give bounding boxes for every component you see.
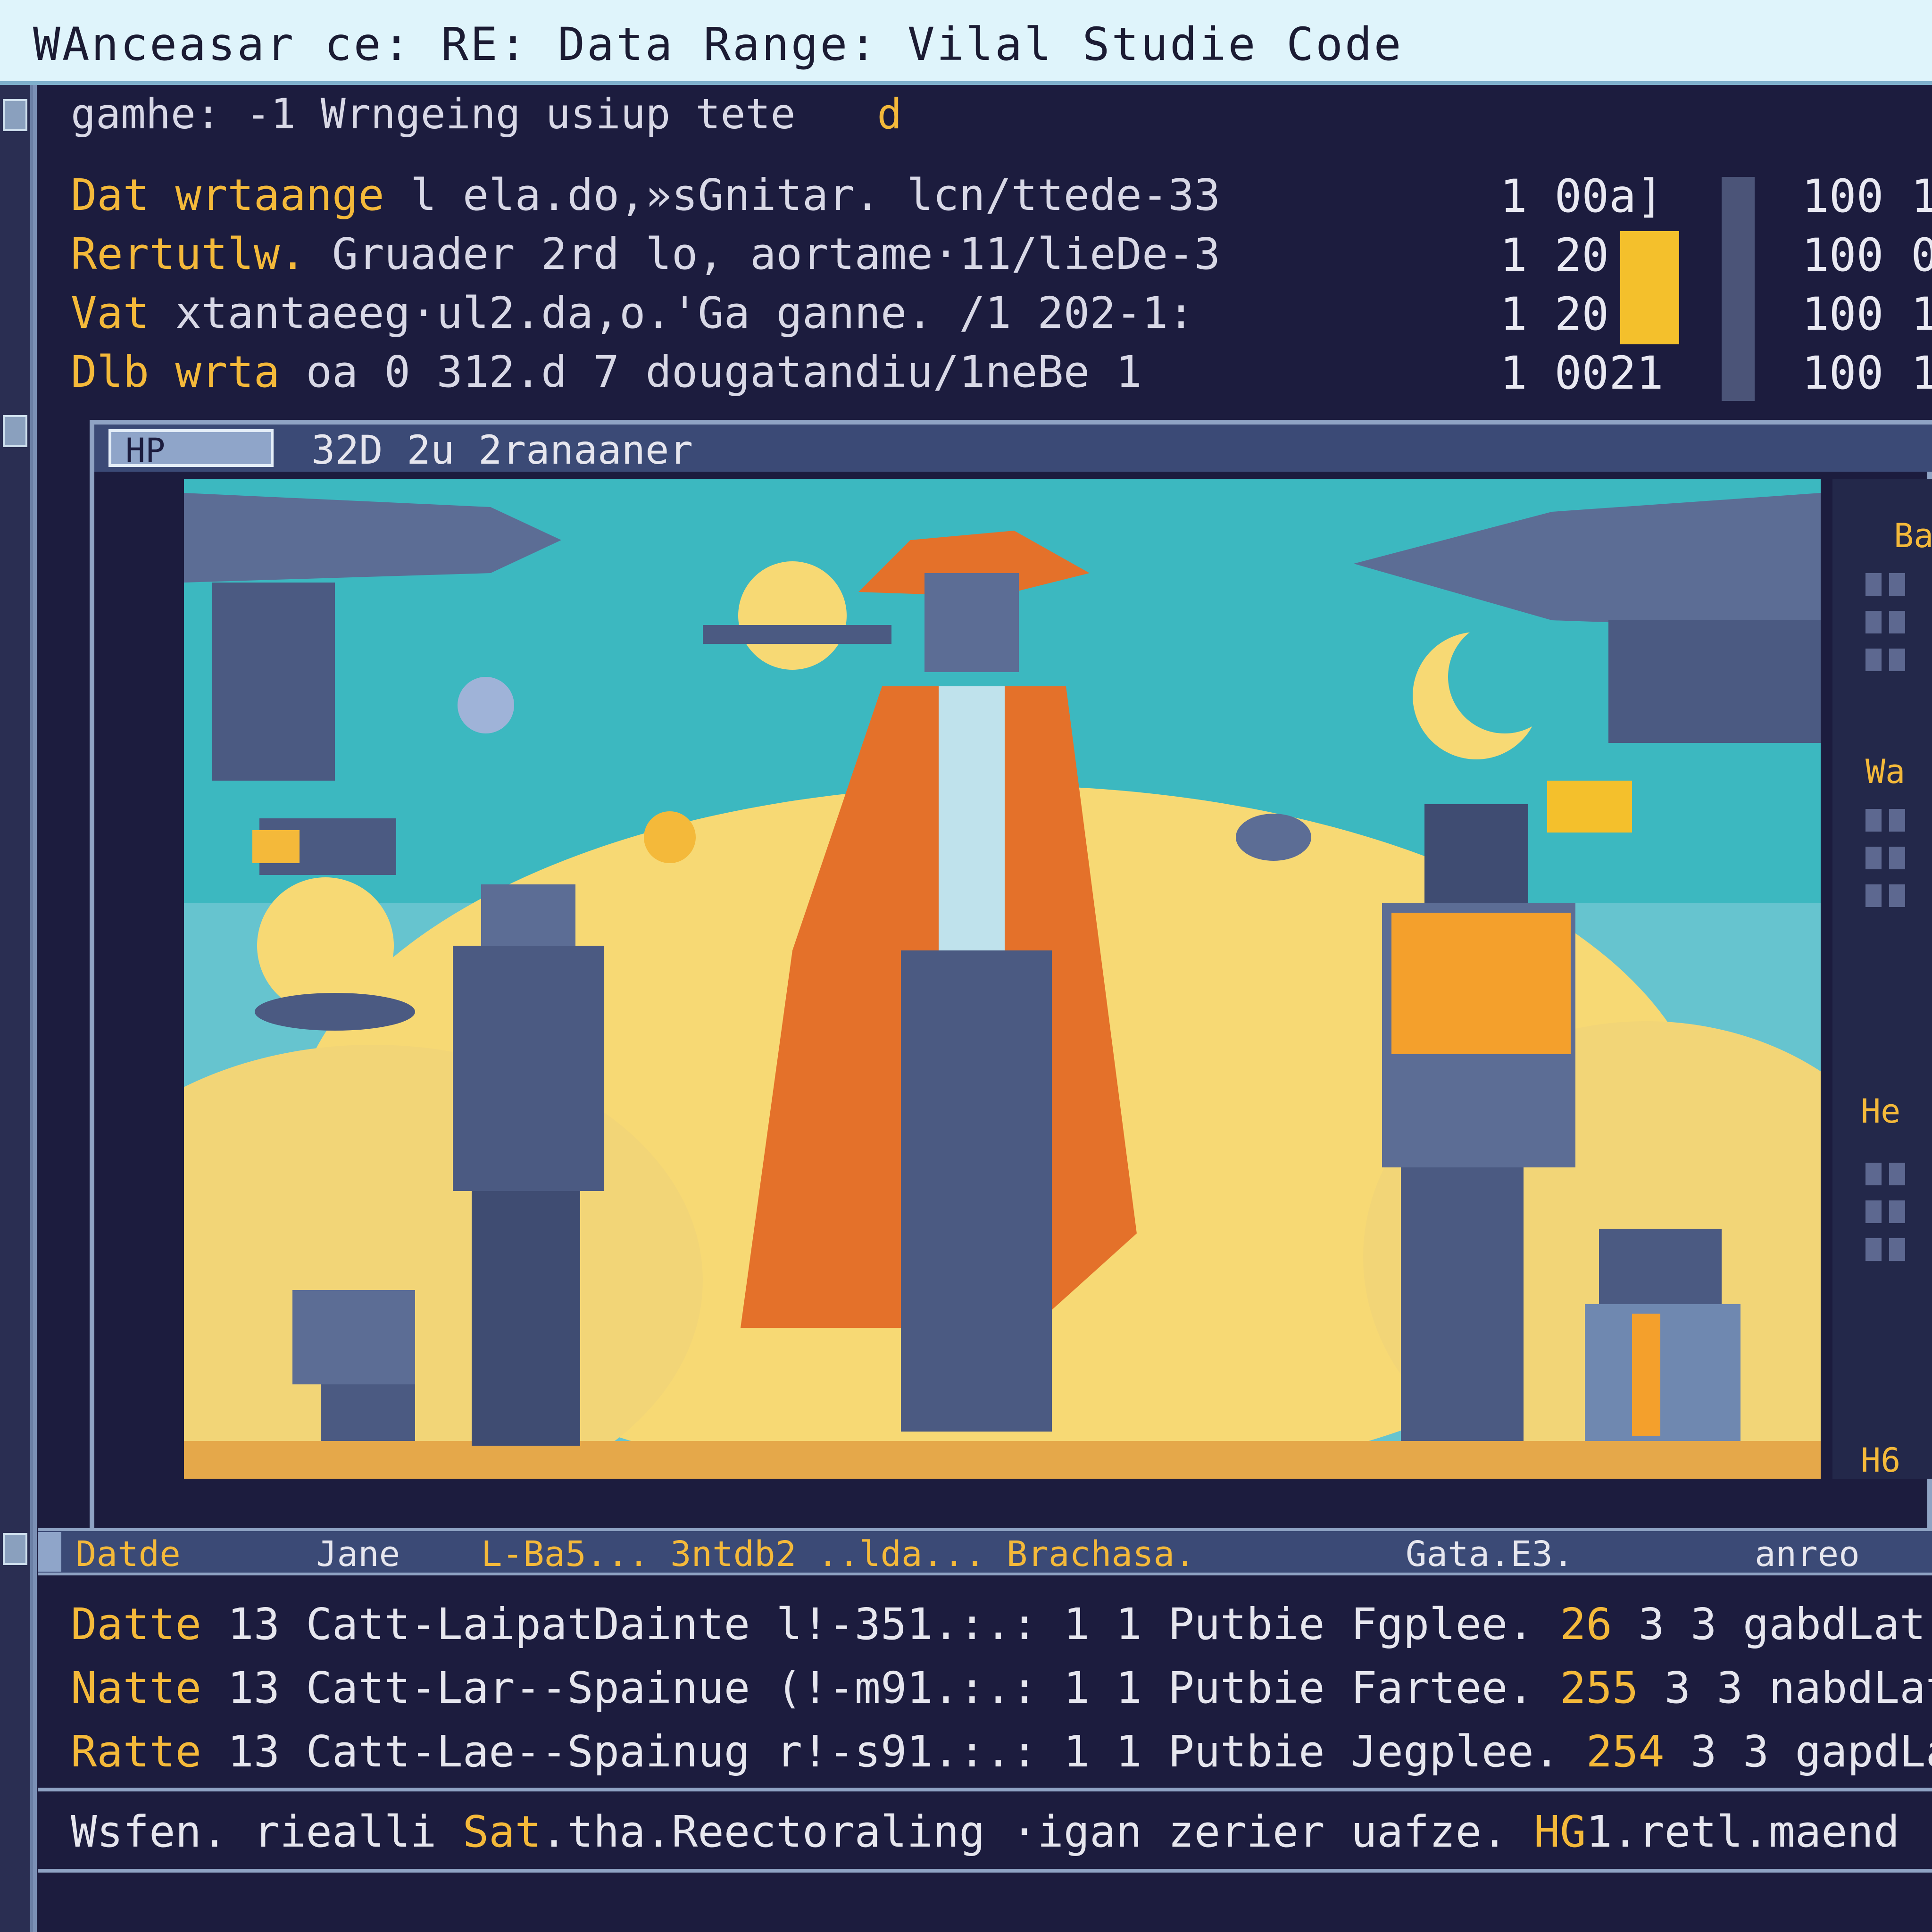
column-header[interactable]: Jane: [316, 1534, 400, 1574]
row-key: Datte: [71, 1599, 201, 1649]
row-right-value: 100 1: [1802, 170, 1932, 223]
side-cell: [1865, 884, 1882, 907]
side-cell: [1865, 1163, 1882, 1185]
pixel-art-scene: [184, 479, 1821, 1479]
side-label: Ba: [1894, 516, 1932, 555]
window-title: WAnceasar ce: RE: Data Range: Vilal Stud…: [33, 18, 1403, 71]
table-row[interactable]: Natte 13 Catt-Lar--Spainue (!-m91.:.: 1 …: [71, 1663, 1932, 1713]
row-text: 13 Catt-LaipatDainte l!-351.:.: 1 1 Putb…: [227, 1599, 1534, 1649]
top-row[interactable]: Dat wrtaange l ela.do,»sGnitar. lcn/tted…: [71, 170, 1220, 226]
subline-accent: d: [877, 90, 902, 138]
column-header[interactable]: Gata.E3.: [1406, 1534, 1574, 1574]
table-row[interactable]: Ratte 13 Catt-Lae--Spainug r!-s91.:.: 1 …: [71, 1726, 1932, 1777]
side-label: H6: [1861, 1441, 1901, 1479]
side-cell: [1889, 1238, 1905, 1261]
gutter-handle-mid[interactable]: [3, 415, 27, 447]
side-cell: [1865, 809, 1882, 832]
row-tail: 3 3 gapdLat: [1690, 1726, 1932, 1777]
column-header[interactable]: anreo: [1755, 1534, 1860, 1574]
column-handle[interactable]: [38, 1532, 61, 1572]
row-text: xtantaeeg·ul2.da,o.'Ga ganne. /1 202-1:: [175, 288, 1194, 338]
gutter-handle-bottom[interactable]: [3, 1533, 27, 1565]
right-side-column[interactable]: Ba Wa He H6: [1832, 479, 1932, 1479]
status-segment: 1.retl.maend: [1586, 1807, 1900, 1857]
status-segment-accent: HG: [1533, 1807, 1586, 1857]
top-row[interactable]: Vat xtantaeeg·ul2.da,o.'Ga ganne. /1 202…: [71, 288, 1194, 344]
status-segment: Wsfen. riealli: [71, 1807, 437, 1857]
highlight-marker: [1620, 231, 1679, 344]
side-cell: [1865, 1200, 1882, 1223]
row-text: 13 Catt-Lar--Spainue (!-m91.:.: 1 1 Putb…: [227, 1663, 1534, 1713]
row-right-value: 100 0: [1802, 229, 1932, 282]
row-right-value: 100 1: [1802, 288, 1932, 341]
scroll-track[interactable]: [1722, 177, 1755, 401]
row-key: Rertutlw.: [71, 229, 306, 279]
side-cell: [1889, 809, 1905, 832]
panel-title: 32D 2u 2ranaaner: [311, 427, 693, 473]
bottom-status-text: Wsfen. riealli Sat.tha.Reectoraling ·iga…: [71, 1807, 1899, 1857]
table-row[interactable]: Datte 13 Catt-LaipatDainte l!-351.:.: 1 …: [71, 1599, 1926, 1649]
row-text: Gruader 2rd lo, aortame·11/lieDe-3: [332, 229, 1221, 279]
row-text: oa 0 312.d 7 dougatandiu/1neBe 1: [306, 347, 1142, 397]
row-tail: 3 3 gabdLat: [1638, 1599, 1926, 1649]
editor-subline: gamhe: -1 Wrngeing usiup tete d: [71, 90, 902, 138]
gutter-handle-top[interactable]: [3, 99, 27, 131]
row-key: Dat wrtaange: [71, 170, 384, 220]
side-cell: [1889, 1163, 1905, 1185]
row-text: l ela.do,»sGnitar. lcn/ttede-33: [410, 170, 1221, 220]
row-count: 1 20: [1500, 288, 1609, 341]
side-cell: [1865, 611, 1882, 633]
row-count: 1 20: [1500, 229, 1609, 282]
status-segment-accent: Sat: [462, 1807, 541, 1857]
panel-tab-button[interactable]: HP: [108, 429, 274, 470]
status-segment: .tha.Reectoraling ·igan zerier uafze.: [541, 1807, 1508, 1857]
column-header[interactable]: Datde: [75, 1534, 181, 1574]
side-cell: [1889, 1200, 1905, 1223]
row-tail: 3 3 nabdLat: [1664, 1663, 1932, 1713]
side-cell: [1889, 847, 1905, 869]
side-cell: [1889, 649, 1905, 671]
row-count: 1 0021: [1500, 347, 1664, 400]
column-header[interactable]: L-Ba5... 3ntdb2 ..lda... Brachasa.: [481, 1534, 1196, 1574]
side-cell: [1889, 884, 1905, 907]
side-label: He: [1861, 1092, 1901, 1131]
window-titlebar: WAnceasar ce: RE: Data Range: Vilal Stud…: [0, 0, 1932, 85]
row-key: Dlb wrta: [71, 347, 280, 397]
row-key: Ratte: [71, 1726, 201, 1777]
row-key: Natte: [71, 1663, 201, 1713]
row-number: 254: [1586, 1726, 1665, 1777]
side-cell: [1889, 573, 1905, 596]
left-gutter: [0, 85, 33, 1932]
side-label: Wa: [1865, 752, 1906, 791]
subline-text: gamhe: -1 Wrngeing usiup tete: [71, 90, 796, 138]
side-cell: [1865, 649, 1882, 671]
row-count: 1 00a]: [1500, 170, 1664, 223]
side-cell: [1865, 1238, 1882, 1261]
side-cell: [1865, 847, 1882, 869]
gutter-divider: [33, 85, 37, 1932]
panel-tab-label: HP: [125, 431, 166, 470]
side-cell: [1889, 611, 1905, 633]
top-row[interactable]: Rertutlw. Gruader 2rd lo, aortame·11/lie…: [71, 229, 1220, 285]
top-row[interactable]: Dlb wrta oa 0 312.d 7 dougatandiu/1neBe …: [71, 347, 1142, 403]
row-text: 13 Catt-Lae--Spainug r!-s91.:.: 1 1 Putb…: [227, 1726, 1560, 1777]
row-right-value: 100 1: [1802, 347, 1932, 400]
row-key: Vat: [71, 288, 150, 338]
row-number: 26: [1560, 1599, 1612, 1649]
side-cell: [1865, 573, 1882, 596]
row-number: 255: [1560, 1663, 1639, 1713]
